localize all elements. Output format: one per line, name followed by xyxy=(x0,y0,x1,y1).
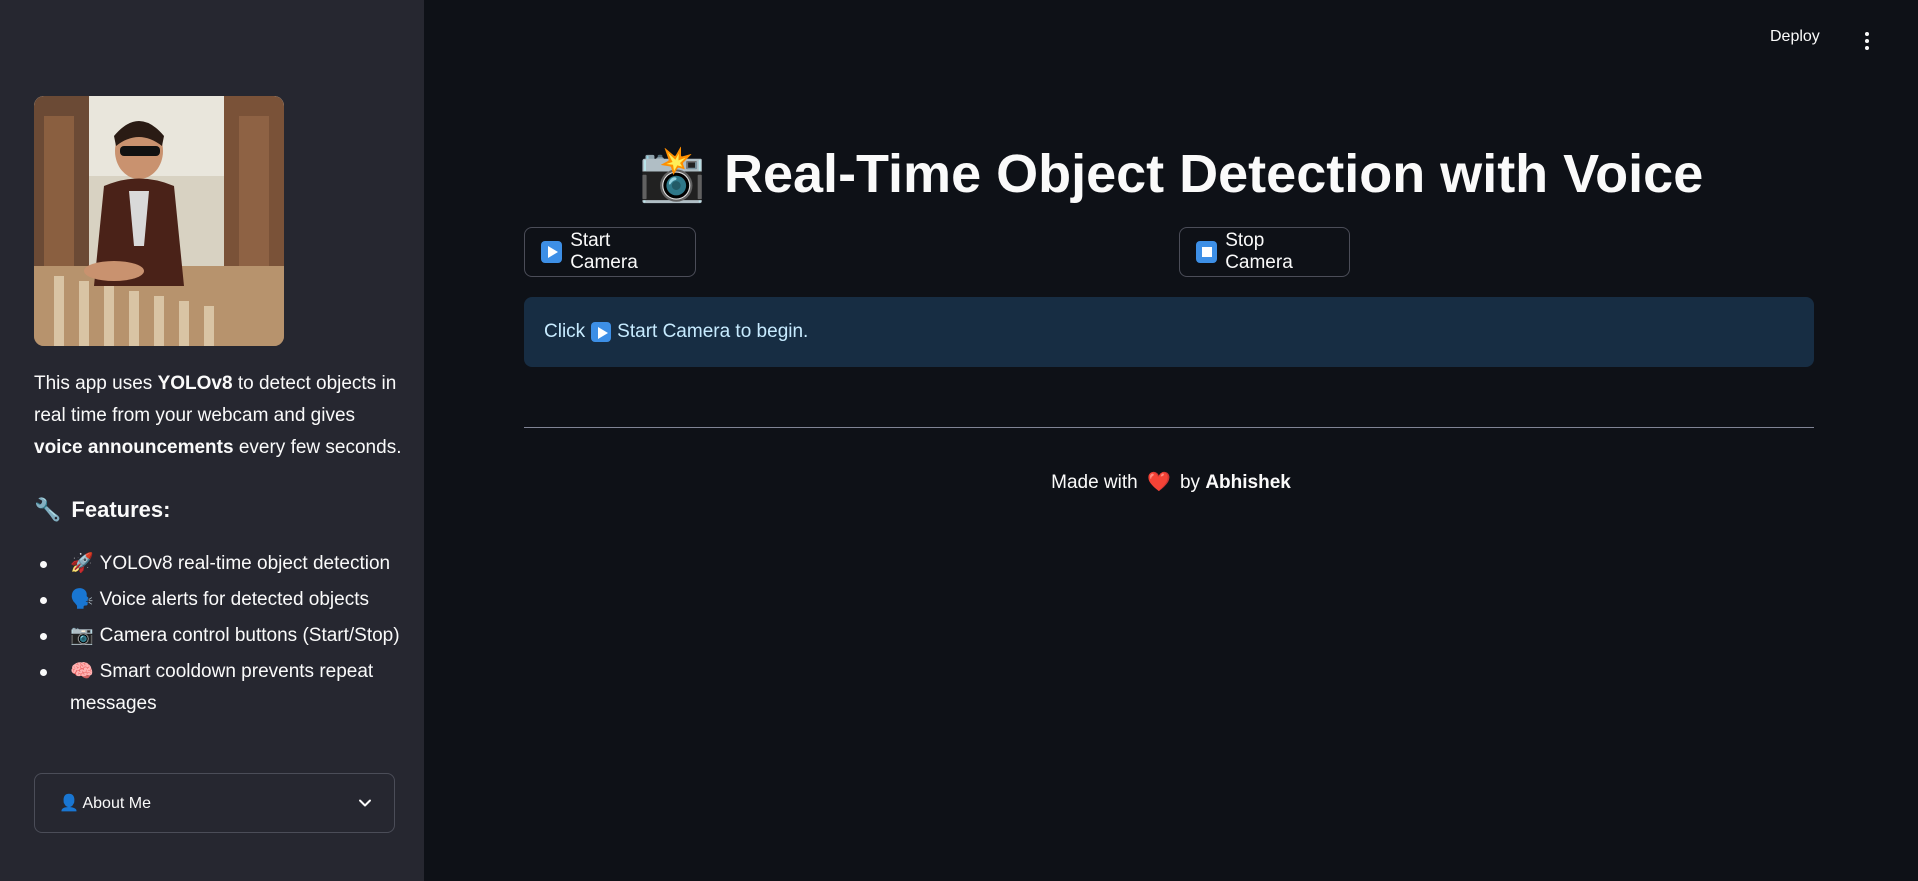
feature-item: 📷 Camera control buttons (Start/Stop) xyxy=(34,620,404,652)
play-icon xyxy=(591,322,612,342)
feature-item: 🧠 Smart cooldown prevents repeat messages xyxy=(34,656,404,720)
wrench-icon: 🔧 xyxy=(34,497,62,522)
features-heading: 🔧 Features: xyxy=(34,494,170,526)
brain-icon: 🧠 xyxy=(70,661,94,682)
info-alert: Click Start Camera to begin. xyxy=(524,297,1814,367)
speaking-head-icon: 🗣️ xyxy=(70,589,94,610)
rocket-icon: 🚀 xyxy=(70,553,94,574)
feature-item: 🚀 YOLOv8 real-time object detection xyxy=(34,548,404,580)
start-camera-button[interactable]: Start Camera xyxy=(524,227,696,277)
page-title: 📸 Real-Time Object Detection with Voice xyxy=(638,144,1704,204)
sidebar: This app uses YOLOv8 to detect objects i… xyxy=(0,0,424,881)
about-me-label: 👤 About Me xyxy=(59,795,151,812)
about-me-expander[interactable]: 👤 About Me xyxy=(34,773,395,833)
heart-icon: ❤️ xyxy=(1147,472,1171,493)
profile-photo xyxy=(34,96,284,346)
chevron-down-icon xyxy=(359,799,371,807)
footer: Made with ❤️ by Abhishek xyxy=(1051,472,1291,493)
camera-icon: 📷 xyxy=(70,625,94,646)
main-menu-icon[interactable] xyxy=(1860,30,1874,52)
stop-camera-button[interactable]: Stop Camera xyxy=(1179,227,1350,277)
user-icon: 👤 xyxy=(59,795,79,812)
deploy-button[interactable]: Deploy xyxy=(1770,28,1820,46)
feature-item: 🗣️ Voice alerts for detected objects xyxy=(34,584,404,616)
play-icon xyxy=(541,241,563,263)
camera-flash-icon: 📸 xyxy=(638,144,706,204)
stop-icon xyxy=(1196,241,1218,263)
profile-photo-image xyxy=(34,96,284,346)
features-list: 🚀 YOLOv8 real-time object detection 🗣️ Voi… xyxy=(34,548,404,724)
app-description: This app uses YOLOv8 to detect objects i… xyxy=(34,373,402,458)
author-name: Abhishek xyxy=(1205,472,1291,493)
divider xyxy=(524,427,1814,428)
